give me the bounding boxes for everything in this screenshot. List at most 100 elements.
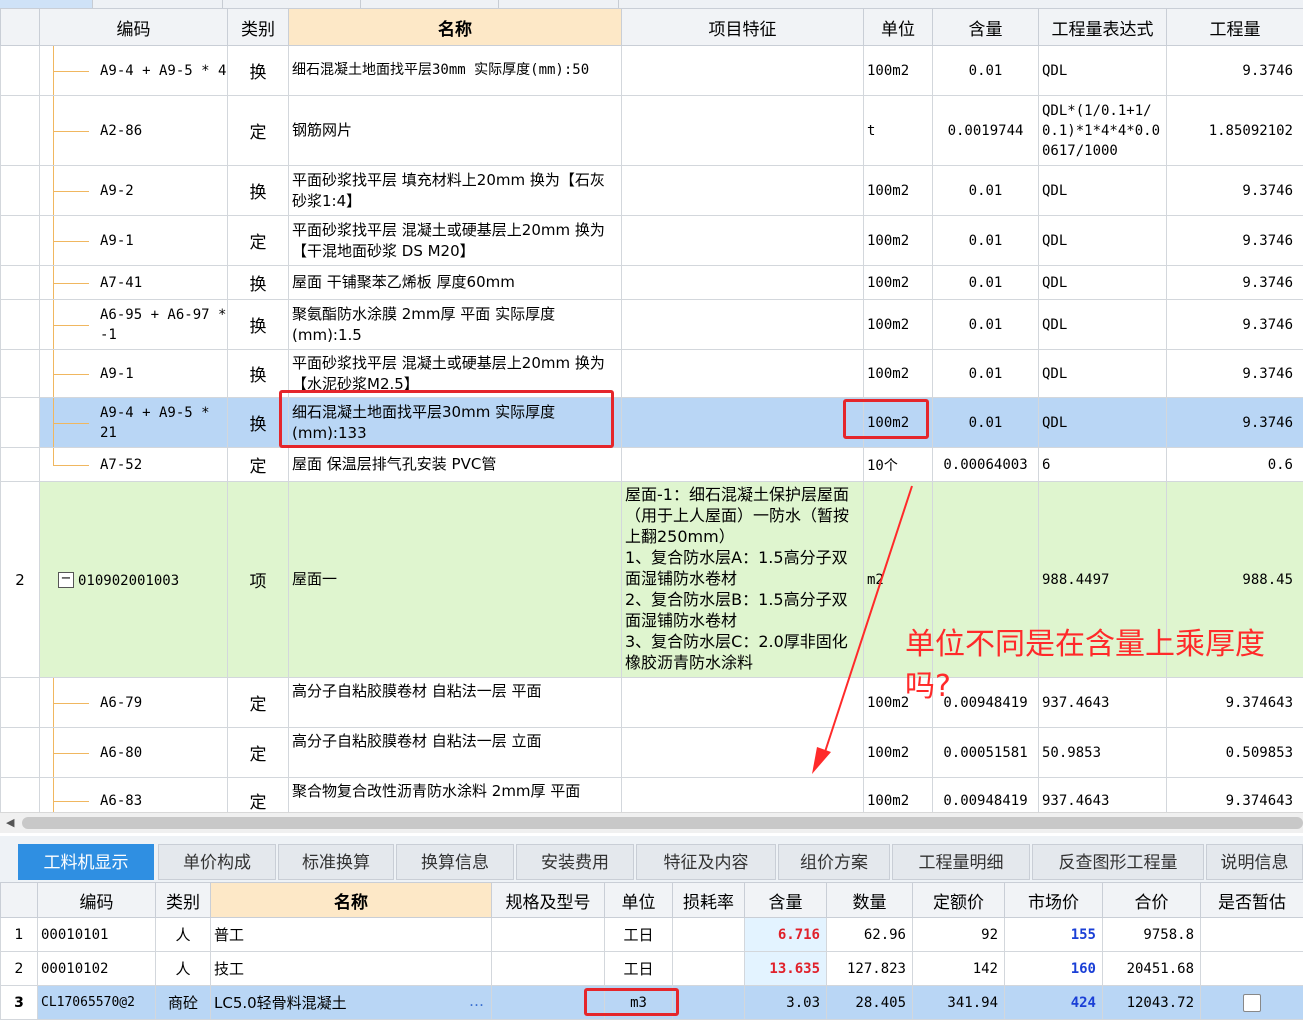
name-cell[interactable]: 普工: [210, 917, 492, 952]
content-cell[interactable]: 13.635: [744, 951, 827, 986]
name-cell[interactable]: 细石混凝土地面找平层30mm 实际厚度(mm):133: [288, 397, 622, 448]
code-cell[interactable]: A6-80: [39, 727, 228, 778]
content-cell[interactable]: 0.01: [932, 299, 1039, 350]
content-cell[interactable]: 0.01: [932, 45, 1039, 96]
top-tab[interactable]: [0, 0, 93, 8]
category-cell[interactable]: 人: [155, 917, 211, 952]
name-cell[interactable]: 高分子自粘胶膜卷材 自粘法一层 平面: [288, 677, 622, 728]
unit-header[interactable]: 单位: [863, 8, 933, 46]
name-cell[interactable]: 屋面 保温层排气孔安装 PVC管: [288, 447, 622, 482]
spec-header[interactable]: 规格及型号: [491, 882, 605, 918]
feature-cell[interactable]: [621, 215, 864, 266]
tab-labor-material[interactable]: 工料机显示: [18, 844, 154, 880]
category-cell[interactable]: 换: [227, 165, 289, 216]
table-row-selected[interactable]: A9-4 + A9-5 * 21 换 细石混凝土地面找平层30mm 实际厚度(m…: [0, 397, 1303, 448]
table-row[interactable]: A6-95 + A6-97 * -1 换 聚氨酯防水涂膜 2mm厚 平面 实际厚…: [0, 299, 1303, 350]
provisional-header[interactable]: 是否暂估: [1200, 882, 1303, 918]
content-cell[interactable]: 3.03: [744, 985, 827, 1020]
tab-pricing-scheme[interactable]: 组价方案: [778, 844, 890, 880]
code-cell[interactable]: 00010101: [37, 917, 156, 952]
expression-cell[interactable]: QDL: [1038, 265, 1167, 300]
content-cell[interactable]: 0.01: [932, 349, 1039, 398]
total-header[interactable]: 合价: [1102, 882, 1201, 918]
expression-cell[interactable]: QDL: [1038, 397, 1167, 448]
code-cell[interactable]: A9-4 + A9-5 * 21: [39, 397, 228, 448]
name-cell[interactable]: 平面砂浆找平层 填充材料上20mm 换为【石灰砂浆1:4】: [288, 165, 622, 216]
code-header[interactable]: 编码: [39, 8, 228, 46]
feature-cell[interactable]: [621, 299, 864, 350]
top-tab[interactable]: [92, 0, 223, 8]
category-cell[interactable]: 定: [227, 677, 289, 728]
spec-cell[interactable]: [491, 951, 605, 986]
table-row[interactable]: A2-86 定 钢筋网片 t 0.0019744 QDL*(1/0.1+1/0.…: [0, 95, 1303, 166]
name-header[interactable]: 名称: [288, 8, 622, 46]
expression-cell[interactable]: QDL: [1038, 299, 1167, 350]
content-cell[interactable]: 0.01: [932, 215, 1039, 266]
spec-cell[interactable]: [491, 917, 605, 952]
expression-cell[interactable]: QDL*(1/0.1+1/0.1)*1*4*4*0.00617/1000: [1038, 95, 1167, 166]
feature-cell[interactable]: 屋面-1：细石混凝土保护层屋面（用于上人屋面）一防水（暂按上翻250mm） 1、…: [621, 481, 864, 678]
feature-cell[interactable]: [621, 165, 864, 216]
collapse-icon[interactable]: −: [58, 572, 74, 588]
content-cell[interactable]: 0.00064003: [932, 447, 1039, 482]
feature-cell[interactable]: [621, 397, 864, 448]
code-cell[interactable]: A9-2: [39, 165, 228, 216]
name-header[interactable]: 名称: [210, 882, 492, 918]
provisional-cell[interactable]: [1200, 985, 1303, 1020]
content-cell[interactable]: 0.01: [932, 165, 1039, 216]
feature-cell[interactable]: [621, 45, 864, 96]
loss-cell[interactable]: [672, 951, 745, 986]
unit-cell[interactable]: 100m2: [863, 265, 933, 300]
content-cell[interactable]: 0.0019744: [932, 95, 1039, 166]
code-cell[interactable]: A9-1: [39, 215, 228, 266]
quota-price-header[interactable]: 定额价: [912, 882, 1005, 918]
tab-install-fee[interactable]: 安装费用: [516, 844, 634, 880]
unit-cell[interactable]: 工日: [604, 951, 673, 986]
table-row[interactable]: 1 00010101 人 普工 工日 6.716 62.96 92 155 97…: [0, 917, 1303, 952]
name-cell[interactable]: 技工: [210, 951, 492, 986]
tab-features[interactable]: 特征及内容: [636, 844, 776, 880]
code-cell[interactable]: −010902001003: [39, 481, 228, 678]
category-cell[interactable]: 定: [227, 727, 289, 778]
expression-cell[interactable]: 6: [1038, 447, 1167, 482]
unit-cell[interactable]: 100m2: [863, 165, 933, 216]
content-cell[interactable]: 0.01: [932, 397, 1039, 448]
unit-cell[interactable]: 100m2: [863, 45, 933, 96]
table-row[interactable]: 2 00010102 人 技工 工日 13.635 127.823 142 16…: [0, 951, 1303, 986]
top-tab[interactable]: [498, 0, 619, 8]
code-cell[interactable]: A6-95 + A6-97 * -1: [39, 299, 228, 350]
tab-reverse-lookup[interactable]: 反查图形工程量: [1032, 844, 1204, 880]
unit-cell[interactable]: t: [863, 95, 933, 166]
code-cell[interactable]: A7-52: [39, 447, 228, 482]
tab-description[interactable]: 说明信息: [1206, 844, 1303, 880]
category-cell[interactable]: 定: [227, 447, 289, 482]
loss-header[interactable]: 损耗率: [672, 882, 745, 918]
expression-cell[interactable]: 50.9853: [1038, 727, 1167, 778]
unit-cell[interactable]: 10个: [863, 447, 933, 482]
table-row[interactable]: A9-4 + A9-5 * 4 换 细石混凝土地面找平层30mm 实际厚度(mm…: [0, 45, 1303, 96]
table-row[interactable]: A9-1 定 平面砂浆找平层 混凝土或硬基层上20mm 换为【干混地面砂浆 DS…: [0, 215, 1303, 266]
content-header[interactable]: 含量: [744, 882, 827, 918]
table-row[interactable]: A9-2 换 平面砂浆找平层 填充材料上20mm 换为【石灰砂浆1:4】 100…: [0, 165, 1303, 216]
code-cell[interactable]: A9-4 + A9-5 * 4: [39, 45, 228, 96]
code-cell[interactable]: A7-41: [39, 265, 228, 300]
category-cell[interactable]: 换: [227, 45, 289, 96]
feature-header[interactable]: 项目特征: [621, 8, 864, 46]
name-cell[interactable]: 平面砂浆找平层 混凝土或硬基层上20mm 换为【水泥砂浆M2.5】: [288, 349, 622, 398]
expression-cell[interactable]: QDL: [1038, 215, 1167, 266]
feature-cell[interactable]: [621, 95, 864, 166]
expression-header[interactable]: 工程量表达式: [1038, 8, 1167, 46]
market-price-header[interactable]: 市场价: [1004, 882, 1103, 918]
unit-cell[interactable]: 工日: [604, 917, 673, 952]
category-cell[interactable]: 定: [227, 215, 289, 266]
feature-cell[interactable]: [621, 677, 864, 728]
code-cell[interactable]: 00010102: [37, 951, 156, 986]
name-cell[interactable]: 钢筋网片: [288, 95, 622, 166]
amount-header[interactable]: 数量: [826, 882, 913, 918]
market-price-cell[interactable]: 160: [1004, 951, 1103, 986]
market-price-cell[interactable]: 424: [1004, 985, 1103, 1020]
category-cell[interactable]: 换: [227, 397, 289, 448]
tab-conversion-info[interactable]: 换算信息: [396, 844, 514, 880]
code-header[interactable]: 编码: [37, 882, 156, 918]
name-cell[interactable]: 高分子自粘胶膜卷材 自粘法一层 立面: [288, 727, 622, 778]
